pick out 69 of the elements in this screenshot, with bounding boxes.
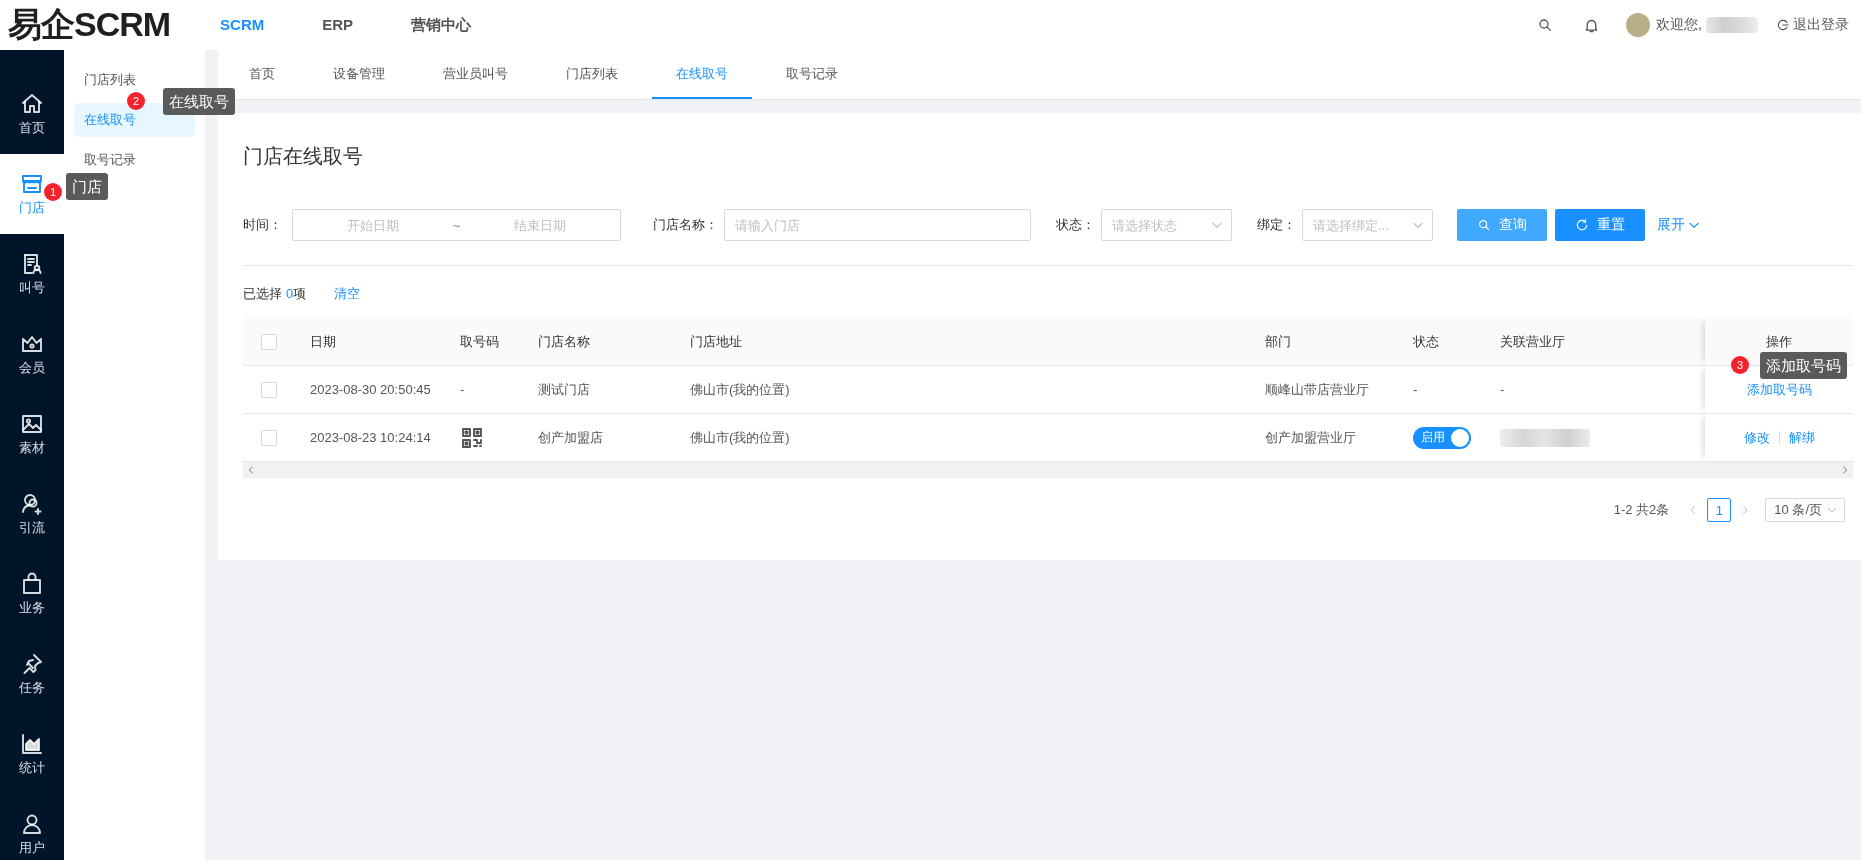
field-label: 时间： bbox=[243, 216, 282, 234]
callout-label: 门店 bbox=[66, 173, 108, 200]
tab[interactable]: 设备管理 bbox=[309, 50, 409, 99]
top-nav-item[interactable]: 营销中心 bbox=[411, 15, 472, 35]
start-date-input[interactable]: 开始日期 bbox=[303, 216, 443, 234]
sidebar-item[interactable]: 素材 bbox=[0, 394, 64, 474]
column-header: 门店名称 bbox=[537, 332, 591, 351]
sidebar-item[interactable]: 业务 bbox=[0, 554, 64, 634]
table-cell-text: - bbox=[1412, 381, 1419, 399]
blurred-username bbox=[1706, 17, 1758, 33]
top-nav-item[interactable]: ERP bbox=[322, 15, 354, 35]
table-cell-text: 创产加盟店 bbox=[537, 428, 604, 447]
end-date-input[interactable]: 结束日期 bbox=[470, 216, 610, 234]
table-cell-text: 佛山市(我的位置) bbox=[689, 380, 791, 399]
column-header: 状态 bbox=[1412, 332, 1440, 351]
table-cell-text: 佛山市(我的位置) bbox=[689, 428, 791, 447]
home-icon bbox=[20, 91, 44, 116]
page-size-select[interactable]: 10 条/页 bbox=[1765, 498, 1845, 522]
table-cell-text: - bbox=[459, 381, 466, 399]
tab[interactable]: 门店列表 bbox=[542, 50, 642, 99]
column-header: 门店地址 bbox=[689, 332, 743, 351]
sidebar-item[interactable]: 首页 bbox=[0, 74, 64, 154]
date-range-field[interactable]: 开始日期 ~ 结束日期 bbox=[292, 209, 621, 241]
chart-icon bbox=[20, 731, 44, 756]
status-select[interactable]: 请选择状态 bbox=[1101, 209, 1232, 241]
table-cell-text: 顺峰山带店营业厅 bbox=[1264, 380, 1370, 399]
callout-label: 添加取号码 bbox=[1760, 352, 1847, 379]
table-cell-text: 创产加盟营业厅 bbox=[1264, 428, 1357, 447]
field-label: 状态： bbox=[1056, 216, 1095, 234]
column-header: 部门 bbox=[1264, 332, 1292, 351]
table-cell-text: - bbox=[1499, 381, 1506, 399]
avatar[interactable] bbox=[1626, 13, 1651, 37]
sidebar-item[interactable]: 引流 bbox=[0, 474, 64, 554]
field-label: 绑定： bbox=[1257, 216, 1296, 234]
column-header: 取号码 bbox=[459, 332, 500, 351]
sidebar-item[interactable]: 用户 bbox=[0, 794, 64, 860]
search-icon[interactable] bbox=[1537, 17, 1554, 33]
sidebar-item[interactable]: 叫号 bbox=[0, 234, 64, 314]
sidebar-item[interactable]: 统计 bbox=[0, 714, 64, 794]
column-header: 日期 bbox=[309, 332, 337, 351]
refresh-icon bbox=[1575, 218, 1589, 232]
checkbox[interactable] bbox=[261, 381, 277, 398]
search-icon bbox=[1477, 218, 1491, 232]
logout-icon bbox=[1776, 18, 1790, 32]
field-label: 门店名称： bbox=[653, 216, 718, 234]
logo: 易企SCRM bbox=[8, 4, 171, 45]
scroll-left-icon[interactable] bbox=[246, 465, 256, 475]
tab[interactable]: 营业员叫号 bbox=[419, 50, 532, 99]
sidebar-item[interactable]: 会员 bbox=[0, 314, 64, 394]
user-plus-icon bbox=[20, 491, 44, 516]
selection-count: 已选择 0项 bbox=[243, 285, 307, 303]
checkbox[interactable] bbox=[261, 333, 277, 350]
page-title: 门店在线取号 bbox=[243, 144, 364, 169]
table-cell-text: 2023-08-23 10:24:14 bbox=[309, 429, 432, 447]
bag-icon bbox=[20, 571, 44, 596]
tab[interactable]: 取号记录 bbox=[762, 50, 862, 99]
horizontal-scrollbar[interactable] bbox=[243, 462, 1853, 478]
binding-select[interactable]: 请选择绑定... bbox=[1302, 209, 1433, 241]
greeting-text: 欢迎您, bbox=[1656, 16, 1702, 34]
callout-label: 在线取号 bbox=[163, 88, 235, 115]
logout-link[interactable]: 退出登录 bbox=[1776, 16, 1849, 34]
qr-code-icon[interactable] bbox=[460, 425, 484, 450]
table-cell-text: 2023-08-30 20:50:45 bbox=[309, 381, 432, 399]
pagination-summary: 1-2 共2条 bbox=[1613, 501, 1670, 519]
column-header: 关联营业厅 bbox=[1499, 332, 1566, 351]
sidebar-item[interactable]: 任务 bbox=[0, 634, 64, 714]
checkbox[interactable] bbox=[261, 429, 277, 446]
table-cell-text: 测试门店 bbox=[537, 380, 591, 399]
scroll-right-icon[interactable] bbox=[1840, 465, 1850, 475]
